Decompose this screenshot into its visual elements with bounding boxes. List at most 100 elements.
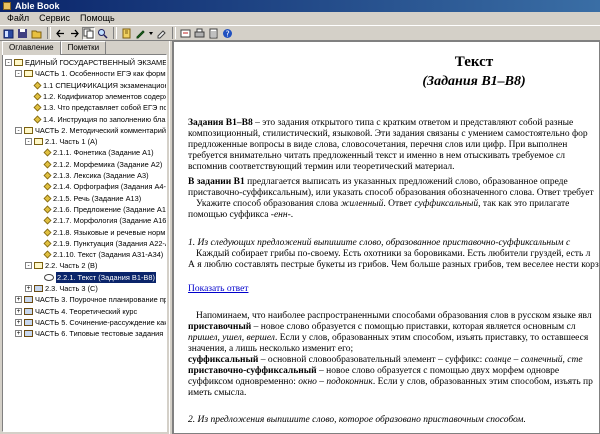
tree-item[interactable]: 2.1.6. Предложение (Задание А14 (35, 204, 167, 215)
text-run: суффиксальный (414, 199, 479, 209)
open-book-icon (24, 70, 33, 78)
tree-item[interactable]: + ЧАСТЬ 5. Сочинение-рассуждение как ти (15, 317, 166, 328)
collapse-icon[interactable]: - (15, 126, 22, 134)
tree-item[interactable]: 2.1.7. Морфология (Задание А16) (35, 215, 166, 226)
tree-item[interactable]: 2.1.4. Орфография (Задания А4-А (35, 181, 166, 192)
text-run: – основной словообразовательный элемент … (258, 355, 485, 365)
page-icon (43, 228, 52, 236)
tree-item[interactable]: 1.2. Кодификатор элементов содерж (25, 91, 167, 102)
tree-item-label: ЧАСТЬ 3. Поурочное планирование при п (35, 295, 167, 305)
tree-item[interactable]: + ЧАСТЬ 6. Типовые тестовые задания (15, 328, 163, 339)
document-title: Текст (454, 54, 494, 70)
tree-item[interactable]: 2.1.2. Морфемика (Задание А2) (35, 159, 162, 170)
menu-help[interactable]: Помощь (75, 12, 120, 25)
save-icon[interactable] (16, 27, 29, 40)
tree-item-label: 1.4. Инструкция по заполнению блан (43, 114, 167, 124)
tree-item-label: 2.3. Часть 3 (С) (45, 284, 98, 293)
text-run: вспомнив соответствующий термин или теор… (188, 162, 455, 172)
tree-item[interactable]: - ЧАСТЬ 1. Особенности ЕГЭ как формы п (15, 68, 167, 79)
page-icon[interactable] (207, 27, 220, 40)
tree-item[interactable]: - ЕДИНЫЙ ГОСУДАРСТВЕННЫЙ ЭКЗАМЕН ПО (5, 57, 166, 68)
tab-contents[interactable]: Оглавление (2, 41, 61, 55)
tree-item-label: 2.1.1. Фонетика (Задание А1) (53, 148, 154, 158)
tree-item-label: 1.2. Кодификатор элементов содерж (43, 91, 167, 101)
collapse-icon[interactable]: - (15, 70, 22, 78)
back-icon[interactable] (54, 27, 67, 40)
tree-item[interactable]: 2.1.8. Языковые и речевые норм (35, 227, 165, 238)
book-icon (24, 296, 33, 304)
tree-item[interactable]: 1.3. Что представляет собой ЕГЭ по р (25, 102, 166, 113)
eraser-icon[interactable] (155, 27, 168, 40)
tree-item[interactable]: 2.1.3. Лексика (Задание А3) (35, 170, 149, 181)
tree-item[interactable]: 2.2.1. Текст (Задания В1-В8) (35, 271, 156, 283)
open-icon[interactable] (30, 27, 43, 40)
copy-icon[interactable] (82, 26, 95, 40)
open-book-icon (34, 138, 43, 146)
menu-service[interactable]: Сервис (34, 12, 75, 25)
expand-icon[interactable]: + (15, 296, 22, 304)
tree-item-label: 2.1. Часть 1 (А) (45, 137, 98, 147)
tree-item-label: ЧАСТЬ 2. Методический комментарий к (35, 125, 167, 135)
tree-item[interactable]: 2.1.9. Пунктуация (Задания А22-А (35, 238, 166, 249)
collapse-icon[interactable]: - (5, 59, 12, 66)
text-run: предлагается выписать из указанных предл… (244, 177, 568, 187)
page-icon (43, 194, 52, 203)
collapse-icon[interactable]: - (25, 262, 32, 270)
tree-item[interactable]: 2.1.5. Речь (Задание А13) (35, 193, 141, 204)
document-line: А я люблю составлять пестрые букеты из г… (188, 260, 599, 271)
page-icon (33, 92, 42, 101)
tree-item-label: 1.1 СПЕЦИФИКАЦИЯ экзаменационн (43, 80, 167, 90)
document-line: композиционный, стилистический, языковой… (188, 129, 599, 140)
document-view[interactable]: Текст (Задания В1–В8) Задания В1–В8 – эт… (173, 41, 600, 434)
document-line: приставочный – новое слово образуется с … (188, 322, 599, 333)
tree-item[interactable]: 1.4. Инструкция по заполнению блан (25, 114, 167, 125)
tree-item[interactable]: - 2.1. Часть 1 (А) (25, 136, 97, 147)
tree-item-label: 2.1.6. Предложение (Задание А14 (53, 204, 167, 214)
document-line: Напоминаем, что наиболее распространенны… (196, 311, 599, 322)
text-run: жиленный (340, 199, 384, 209)
tree-item[interactable]: + ЧАСТЬ 4. Теоретический курс (15, 306, 137, 317)
tree-item[interactable]: - 2.2. Часть 2 (В) (25, 260, 97, 271)
text-run: предложенные вопросы в виде слова, слово… (188, 140, 568, 150)
dropdown-arrow-icon[interactable] (148, 27, 154, 40)
open-book-icon (24, 126, 33, 134)
text-run: Каждый собирает грибы по-своему. Есть ох… (196, 249, 591, 259)
sidebar-tabs: Оглавление Пометки (2, 41, 107, 55)
bookmark-icon[interactable] (120, 27, 133, 40)
expand-icon[interactable]: + (15, 307, 22, 315)
tab-notes[interactable]: Пометки (60, 41, 107, 54)
document-line: требуется внимательно читать предложенны… (188, 151, 599, 162)
tree-item[interactable]: 2.1.10. Текст (Задания А31-А34) (35, 249, 163, 260)
expand-icon[interactable]: + (15, 330, 22, 338)
print-icon[interactable] (193, 27, 206, 40)
help-icon[interactable]: ? (221, 27, 234, 40)
contents-tree[interactable]: -ЕДИНЫЙ ГОСУДАРСТВЕННЫЙ ЭКЗАМЕН ПО-ЧАСТЬ… (2, 54, 167, 432)
tree-item[interactable]: 2.1.1. Фонетика (Задание А1) (35, 147, 154, 158)
page-icon (33, 103, 42, 112)
book-icon (24, 318, 33, 326)
menu-file[interactable]: Файл (2, 12, 34, 25)
expand-icon[interactable]: + (15, 318, 22, 326)
text-run: 1. Из следующих предложений выпишите сло… (188, 238, 571, 248)
tree-item[interactable]: + ЧАСТЬ 3. Поурочное планирование при п (15, 294, 167, 305)
search-icon[interactable] (96, 27, 109, 40)
text-run: суффиксальный (188, 355, 259, 365)
expand-icon[interactable]: + (25, 285, 32, 292)
export-icon[interactable] (179, 27, 192, 40)
collapse-icon[interactable]: - (25, 138, 32, 146)
app-icon (3, 2, 11, 10)
book-icon[interactable] (2, 27, 15, 40)
document-line: приставочно-суффиксальный – новое слово … (188, 366, 599, 377)
tree-item-label: ЧАСТЬ 1. Особенности ЕГЭ как формы п (35, 69, 167, 79)
text-run: помощью суффикса - (188, 210, 274, 220)
text-run: Задания В1–В8 (188, 118, 253, 128)
forward-icon[interactable] (68, 27, 81, 40)
tree-item[interactable]: - ЧАСТЬ 2. Методический комментарий к (15, 125, 167, 136)
pen-icon[interactable] (134, 27, 147, 40)
document-line: 2. Из предложения выпишите слово, которо… (188, 415, 599, 426)
show-answer-link[interactable]: Показать ответ (188, 284, 248, 294)
tree-item[interactable]: 1.1 СПЕЦИФИКАЦИЯ экзаменационн (25, 80, 167, 91)
page-icon (43, 216, 52, 225)
tree-item[interactable]: +2.3. Часть 3 (С) (25, 283, 98, 294)
text-run: значения, а лишь несколько изменит его; (188, 344, 354, 354)
